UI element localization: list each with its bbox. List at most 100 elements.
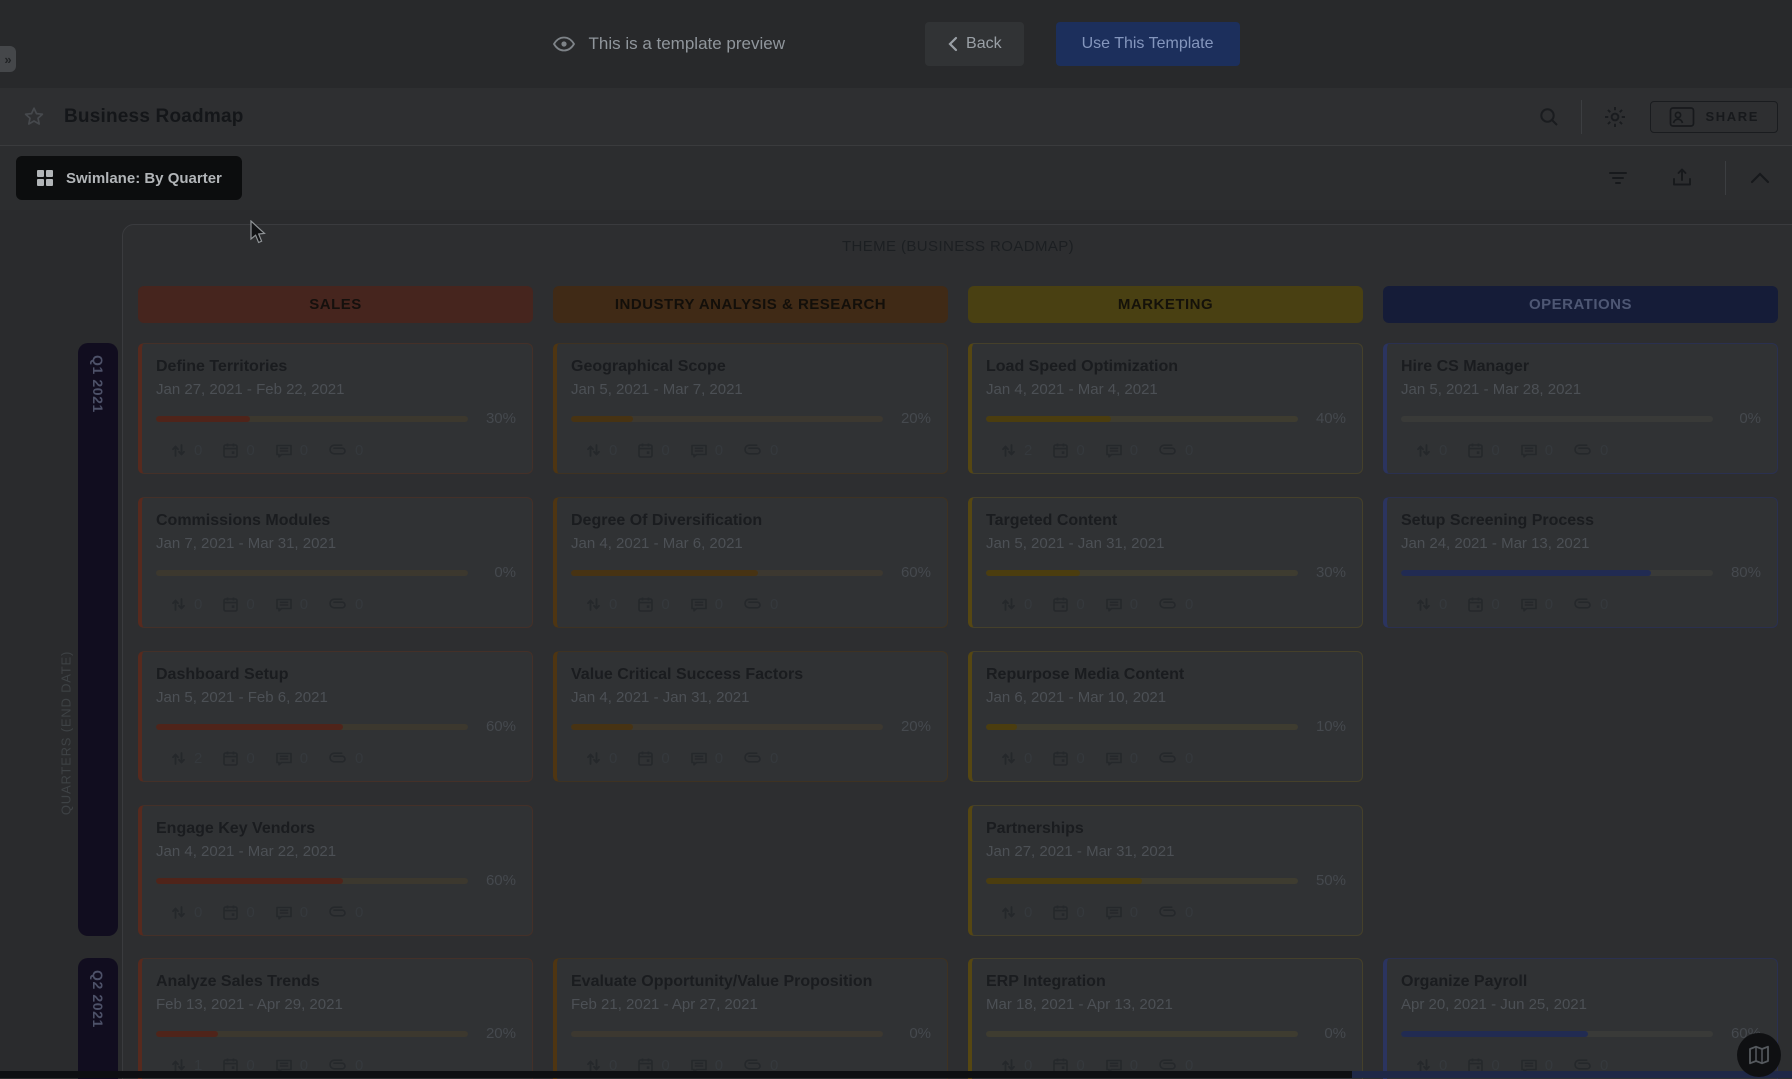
favorite-star-icon[interactable] xyxy=(22,105,46,129)
lane-column-industry-analysis-research: Geographical Scope Jan 5, 2021 - Mar 7, … xyxy=(553,343,948,936)
task-subtasks-meta: 2 xyxy=(1000,442,1032,459)
column-header-marketing[interactable]: MARKETING xyxy=(968,286,1363,323)
task-progress-fill xyxy=(1401,570,1651,576)
task-progress-fill xyxy=(986,724,1017,730)
share-button[interactable]: SHARE xyxy=(1650,101,1778,133)
task-calendar-meta: 0 xyxy=(1052,596,1084,613)
collapse-panel-button[interactable] xyxy=(1742,164,1778,192)
use-template-label: Use This Template xyxy=(1082,35,1214,53)
horizontal-scrollbar-thumb[interactable] xyxy=(1352,1071,1792,1078)
task-progress-row: 20% xyxy=(571,718,931,735)
calendar-count: 0 xyxy=(246,596,254,613)
attachment-icon xyxy=(743,752,763,766)
task-card[interactable]: Dashboard Setup Jan 5, 2021 - Feb 6, 202… xyxy=(138,651,533,782)
task-calendar-meta: 0 xyxy=(1467,442,1499,459)
task-attachments-meta: 0 xyxy=(328,442,363,459)
task-card[interactable]: Degree Of Diversification Jan 4, 2021 - … xyxy=(553,497,948,628)
column-header-operations[interactable]: OPERATIONS xyxy=(1383,286,1778,323)
task-subtasks-meta: 0 xyxy=(585,750,617,767)
task-card[interactable]: Load Speed Optimization Jan 4, 2021 - Ma… xyxy=(968,343,1363,474)
back-button[interactable]: Back xyxy=(925,22,1024,66)
task-card[interactable]: Partnerships Jan 27, 2021 - Mar 31, 2021… xyxy=(968,805,1363,936)
task-dates: Feb 13, 2021 - Apr 29, 2021 xyxy=(156,994,516,1015)
task-progress-track xyxy=(1401,416,1713,422)
quarters-axis-label: QUARTERS (END DATE) xyxy=(59,651,74,815)
task-progress-track xyxy=(1401,1031,1713,1037)
column-header-sales[interactable]: SALES xyxy=(138,286,533,323)
task-progress-track xyxy=(156,878,468,884)
task-card[interactable]: Targeted Content Jan 5, 2021 - Jan 31, 2… xyxy=(968,497,1363,628)
task-title: Partnerships xyxy=(986,818,1346,840)
calendar-icon xyxy=(637,750,654,767)
attachments-count: 0 xyxy=(355,750,363,767)
export-icon xyxy=(1671,167,1693,189)
comments-icon xyxy=(1520,596,1538,613)
task-comments-meta: 0 xyxy=(1105,442,1138,459)
subtasks-count: 0 xyxy=(1024,750,1032,767)
task-dates: Jan 27, 2021 - Feb 22, 2021 xyxy=(156,379,516,400)
comments-count: 0 xyxy=(1130,442,1138,459)
task-progress-fill xyxy=(571,570,758,576)
settings-button[interactable] xyxy=(1596,98,1634,136)
task-comments-meta: 0 xyxy=(1520,442,1553,459)
task-progress-percent: 60% xyxy=(468,872,516,889)
task-card[interactable]: Repurpose Media Content Jan 6, 2021 - Ma… xyxy=(968,651,1363,782)
lane-bar-q1-2021: Q1 2021 xyxy=(78,343,118,936)
view-selector-button[interactable]: Swimlane: By Quarter xyxy=(16,156,242,200)
task-progress-track xyxy=(571,570,883,576)
task-progress-fill xyxy=(156,416,250,422)
export-button[interactable] xyxy=(1663,159,1701,197)
task-card[interactable]: Setup Screening Process Jan 24, 2021 - M… xyxy=(1383,497,1778,628)
task-card[interactable]: Geographical Scope Jan 5, 2021 - Mar 7, … xyxy=(553,343,948,474)
task-comments-meta: 0 xyxy=(275,904,308,921)
double-chevron-right-icon: » xyxy=(4,52,11,67)
task-progress-row: 60% xyxy=(1401,1025,1761,1042)
horizontal-scrollbar[interactable] xyxy=(0,1071,1792,1078)
task-meta-row: 2 0 0 0 xyxy=(986,442,1346,459)
task-card[interactable]: Organize Payroll Apr 20, 2021 - Jun 25, … xyxy=(1383,958,1778,1079)
task-progress-fill xyxy=(1401,1031,1588,1037)
template-preview-screen: { "preview_bar": { "message": "This is a… xyxy=(0,0,1792,1078)
subtasks-count: 0 xyxy=(1024,596,1032,613)
calendar-icon xyxy=(637,442,654,459)
task-progress-fill xyxy=(571,724,633,730)
task-progress-row: 40% xyxy=(986,410,1346,427)
lane-row-q2-2021: Q2 2021 Analyze Sales Trends Feb 13, 202… xyxy=(78,958,1778,1079)
use-this-template-button[interactable]: Use This Template xyxy=(1056,22,1240,66)
task-card[interactable]: Evaluate Opportunity/Value Proposition F… xyxy=(553,958,948,1079)
swimlane-board: THEME (BUSINESS ROADMAP) QUARTERS (END D… xyxy=(0,210,1792,1079)
task-card[interactable]: Engage Key Vendors Jan 4, 2021 - Mar 22,… xyxy=(138,805,533,936)
column-header-industry-analysis-research[interactable]: INDUSTRY ANALYSIS & RESEARCH xyxy=(553,286,948,323)
task-progress-percent: 10% xyxy=(1298,718,1346,735)
calendar-icon xyxy=(1052,596,1069,613)
attachments-count: 0 xyxy=(770,750,778,767)
task-card[interactable]: Analyze Sales Trends Feb 13, 2021 - Apr … xyxy=(138,958,533,1079)
back-button-label: Back xyxy=(966,35,1002,53)
minimap-button[interactable] xyxy=(1737,1033,1781,1077)
task-progress-percent: 0% xyxy=(1298,1025,1346,1042)
task-dates: Jan 24, 2021 - Mar 13, 2021 xyxy=(1401,533,1761,554)
task-calendar-meta: 0 xyxy=(1052,442,1084,459)
task-card[interactable]: Value Critical Success Factors Jan 4, 20… xyxy=(553,651,948,782)
expand-sidebar-tab[interactable]: » xyxy=(0,46,16,72)
task-attachments-meta: 0 xyxy=(743,750,778,767)
search-button[interactable] xyxy=(1531,99,1567,135)
task-title: Load Speed Optimization xyxy=(986,356,1346,378)
filter-icon xyxy=(1607,168,1629,188)
task-card[interactable]: ERP Integration Mar 18, 2021 - Apr 13, 2… xyxy=(968,958,1363,1079)
task-card[interactable]: Hire CS Manager Jan 5, 2021 - Mar 28, 20… xyxy=(1383,343,1778,474)
lane-column-operations: Hire CS Manager Jan 5, 2021 - Mar 28, 20… xyxy=(1383,343,1778,936)
filter-button[interactable] xyxy=(1599,160,1637,196)
task-progress-track xyxy=(986,570,1298,576)
attachment-icon xyxy=(328,752,348,766)
attachments-count: 0 xyxy=(355,904,363,921)
task-progress-row: 60% xyxy=(571,564,931,581)
task-calendar-meta: 0 xyxy=(637,750,669,767)
subtasks-count: 0 xyxy=(194,904,202,921)
task-progress-row: 60% xyxy=(156,872,516,889)
task-card[interactable]: Commissions Modules Jan 7, 2021 - Mar 31… xyxy=(138,497,533,628)
task-progress-percent: 30% xyxy=(1298,564,1346,581)
task-card[interactable]: Define Territories Jan 27, 2021 - Feb 22… xyxy=(138,343,533,474)
task-title: Define Territories xyxy=(156,356,516,378)
task-meta-row: 0 0 0 0 xyxy=(156,442,516,459)
